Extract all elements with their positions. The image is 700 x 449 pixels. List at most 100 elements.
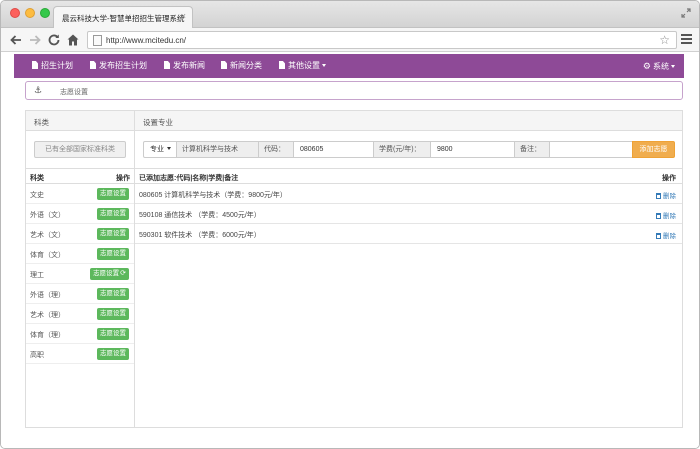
standard-categories-button[interactable]: 已有全部国家标准科类 — [34, 141, 126, 158]
subject-name: 外语（理） — [30, 292, 65, 299]
nav-item-publish-news[interactable]: 发布新闻 — [164, 54, 205, 78]
document-icon — [32, 61, 38, 69]
breadcrumb-text: 志愿设置 — [60, 89, 88, 96]
table-row: 080605 计算机科学与技术（学费：9800元/年） 删除 — [135, 184, 682, 204]
fullscreen-icon[interactable] — [681, 8, 691, 18]
select-label: 专业 — [150, 146, 164, 153]
page-viewport: 招生计划 发布招生计划 发布新闻 新闻分类 其他设置 ⚙ 系统 ⚓ 志愿设置 科… — [1, 52, 699, 448]
zoom-window-button[interactable] — [40, 8, 50, 18]
column-header: 操作 — [662, 175, 676, 182]
browser-window: 晨云科技大学-智慧单招招生管理系统 × http://www.mcitedu.c… — [0, 0, 700, 449]
page-icon — [93, 35, 102, 46]
trash-icon — [656, 193, 661, 199]
table-header: 科类 操作 — [26, 168, 134, 184]
document-icon — [221, 61, 227, 69]
note-label: 备注： — [514, 141, 550, 158]
trash-icon — [656, 233, 661, 239]
volunteer-settings-button[interactable]: 志愿设置 — [97, 328, 129, 340]
subject-name: 外语（文） — [30, 212, 65, 219]
nav-label: 系统 — [653, 62, 669, 71]
fee-input[interactable]: 9800 — [430, 141, 515, 158]
close-window-button[interactable] — [10, 8, 20, 18]
nav-label: 发布新闻 — [173, 61, 205, 70]
anchor-icon: ⚓ — [34, 85, 43, 95]
table-row: 艺术（文） 志愿设置 — [26, 224, 134, 244]
panel-heading: 设置专业 — [135, 111, 682, 131]
browser-tab[interactable]: 晨云科技大学-智慧单招招生管理系统 × — [53, 6, 193, 28]
breadcrumb: ⚓ 志愿设置 — [25, 81, 683, 100]
subject-category-panel: 科类 已有全部国家标准科类 科类 操作 文史 志愿设置 外语（文） 志愿设置 艺… — [25, 110, 135, 428]
volunteer-settings-button[interactable]: 志愿设置 — [97, 308, 129, 320]
volunteer-settings-button[interactable]: 志愿设置⟳ — [90, 268, 129, 280]
major-settings-panel: 设置专业 专业 计算机科学与技术 代码： 080605 学费(元/年)： 980… — [135, 110, 683, 428]
nav-item-publish-plan[interactable]: 发布招生计划 — [90, 54, 147, 78]
caret-down-icon — [167, 147, 171, 150]
fee-label: 学费(元/年)： — [373, 141, 431, 158]
document-icon — [90, 61, 96, 69]
nav-label: 其他设置 — [288, 61, 320, 70]
major-name-display: 计算机科学与技术 — [176, 141, 259, 158]
code-label: 代码： — [258, 141, 294, 158]
delete-label: 删除 — [663, 213, 676, 220]
document-icon — [279, 61, 285, 69]
major-entry: 080605 计算机科学与技术（学费：9800元/年） — [139, 192, 287, 199]
address-bar[interactable]: http://www.mcitedu.cn/ ☆ — [87, 31, 677, 49]
major-entry: 590108 通信技术 （学费：4500元/年） — [139, 212, 261, 219]
browser-toolbar: http://www.mcitedu.cn/ ☆ — [1, 28, 699, 52]
panel-title: 科类 — [34, 118, 49, 127]
major-type-select[interactable]: 专业 — [143, 141, 177, 158]
reload-icon[interactable] — [47, 33, 61, 47]
volunteer-settings-button[interactable]: 志愿设置 — [97, 288, 129, 300]
button-label: 志愿设置 — [93, 270, 120, 277]
nav-label: 发布招生计划 — [99, 61, 147, 70]
trash-icon — [656, 213, 661, 219]
major-entry: 590301 软件技术 （学费：6000元/年） — [139, 232, 261, 239]
table-row: 590301 软件技术 （学费：6000元/年） 删除 — [135, 224, 682, 244]
table-row: 体育（理） 志愿设置 — [26, 324, 134, 344]
minimize-window-button[interactable] — [25, 8, 35, 18]
subject-name: 体育（文） — [30, 252, 65, 259]
column-header: 已添加志愿:代码|名称|学费|备注 — [139, 175, 239, 182]
volunteer-settings-button[interactable]: 志愿设置 — [97, 188, 129, 200]
nav-label: 新闻分类 — [230, 61, 262, 70]
top-navbar: 招生计划 发布招生计划 发布新闻 新闻分类 其他设置 ⚙ 系统 — [14, 54, 684, 78]
subject-name: 体育（理） — [30, 332, 65, 339]
nav-item-other-settings[interactable]: 其他设置 — [279, 54, 326, 78]
table-row: 理工 志愿设置⟳ — [26, 264, 134, 284]
volunteer-settings-button[interactable]: 志愿设置 — [97, 348, 129, 360]
delete-link[interactable]: 删除 — [656, 190, 676, 200]
volunteer-settings-button[interactable]: 志愿设置 — [97, 208, 129, 220]
nav-label: 招生计划 — [41, 61, 73, 70]
browser-titlebar: 晨云科技大学-智慧单招招生管理系统 × — [1, 1, 699, 28]
nav-item-system[interactable]: ⚙ 系统 — [643, 54, 675, 78]
table-row: 590108 通信技术 （学费：4500元/年） 删除 — [135, 204, 682, 224]
tab-title: 晨云科技大学-智慧单招招生管理系统 — [62, 14, 185, 23]
gears-icon: ⚙ — [642, 61, 651, 71]
table-header: 已添加志愿:代码|名称|学费|备注 操作 — [135, 168, 682, 184]
forward-arrow-icon[interactable] — [28, 33, 42, 47]
code-input[interactable]: 080605 — [293, 141, 374, 158]
caret-down-icon — [671, 65, 675, 68]
subject-name: 高职 — [30, 352, 44, 359]
subject-name: 艺术（文） — [30, 232, 65, 239]
volunteer-settings-button[interactable]: 志愿设置 — [97, 248, 129, 260]
subject-name: 文史 — [30, 192, 44, 199]
delete-link[interactable]: 删除 — [656, 230, 676, 240]
tab-close-icon[interactable]: × — [181, 11, 186, 21]
document-icon — [164, 61, 170, 69]
url-text: http://www.mcitedu.cn/ — [106, 36, 187, 45]
home-icon[interactable] — [66, 33, 80, 47]
bookmark-star-icon[interactable]: ☆ — [659, 33, 670, 47]
column-header: 科类 — [30, 175, 44, 182]
add-major-form: 专业 计算机科学与技术 代码： 080605 学费(元/年)： 9800 备注：… — [143, 141, 675, 158]
subject-name: 理工 — [30, 272, 44, 279]
volunteer-settings-button[interactable]: 志愿设置 — [97, 228, 129, 240]
panel-heading: 科类 — [26, 111, 134, 131]
browser-menu-icon[interactable] — [681, 34, 692, 45]
nav-item-enrollment-plan[interactable]: 招生计划 — [32, 54, 73, 78]
delete-link[interactable]: 删除 — [656, 210, 676, 220]
nav-item-news-category[interactable]: 新闻分类 — [221, 54, 262, 78]
add-volunteer-button[interactable]: 添加志愿 — [632, 141, 675, 158]
note-input[interactable] — [549, 141, 633, 158]
back-arrow-icon[interactable] — [9, 33, 23, 47]
